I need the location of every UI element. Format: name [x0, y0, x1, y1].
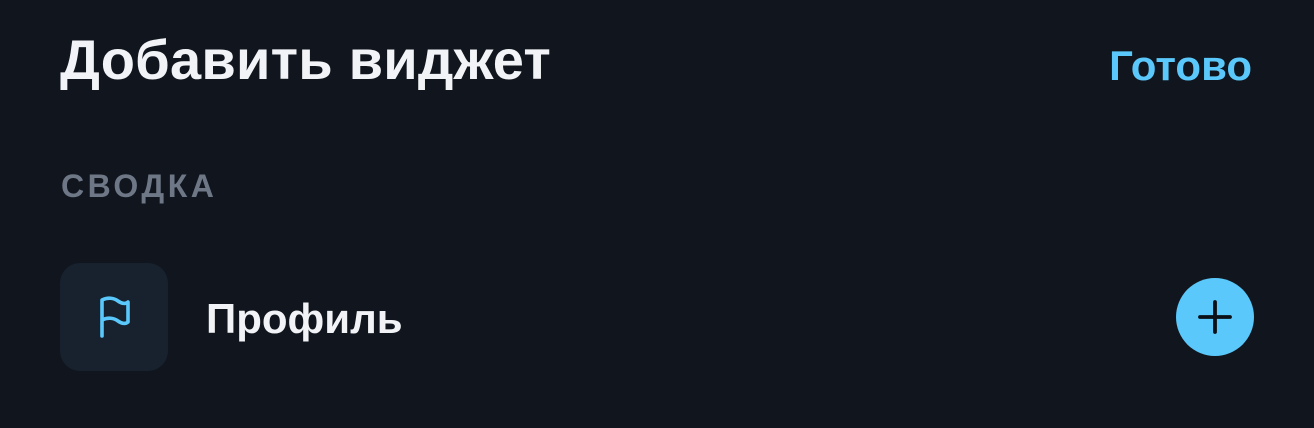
widget-icon-tile: [60, 263, 168, 371]
widget-row-profile: Профиль: [60, 263, 1254, 371]
add-widget-button[interactable]: [1176, 278, 1254, 356]
widget-label: Профиль: [206, 295, 403, 342]
done-button[interactable]: Готово: [1109, 40, 1252, 92]
section-header: СВОДКА: [61, 168, 218, 204]
plus-icon: [1198, 300, 1232, 334]
flag-icon: [100, 296, 130, 338]
page-title: Добавить виджет: [60, 28, 551, 91]
add-widget-screen: Добавить виджет Готово СВОДКА Профиль: [0, 0, 1314, 428]
